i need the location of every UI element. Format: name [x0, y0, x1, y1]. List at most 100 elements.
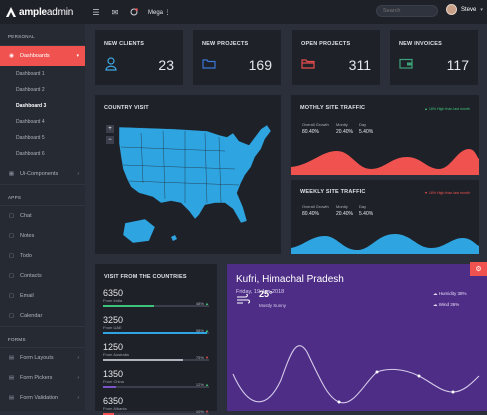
- avatar: [446, 4, 457, 15]
- sidebar-item-app[interactable]: ▢ Email: [0, 286, 85, 306]
- sidebar-item-form[interactable]: ▤ Form Pickers ›: [0, 368, 85, 388]
- envelope-icon[interactable]: ✉: [110, 7, 120, 17]
- stat-card-new-clients: NEW CLIENTS 23: [95, 30, 183, 85]
- stat-label: Overall Growth: [302, 122, 329, 127]
- sidebar-item-app[interactable]: ▢ Calendar: [0, 306, 85, 326]
- form-icon: ▤: [8, 355, 15, 361]
- sidebar-item-app[interactable]: ▢ Todo: [0, 246, 85, 266]
- progress-bar: [103, 359, 209, 361]
- stat-value: 5.40%: [359, 129, 374, 135]
- settings-gear-button[interactable]: ⚙: [470, 262, 487, 276]
- stat-label: Day: [359, 204, 367, 209]
- list-item: 6350 From Albania 10% ▼: [103, 396, 209, 415]
- progress-fill: [103, 386, 116, 388]
- visit-count: 3250: [103, 315, 124, 325]
- weekly-traffic-card: WEEKLY SITE TRAFFIC ▼ 18% High than last…: [291, 180, 479, 254]
- stat-value: 80.40%: [302, 211, 319, 217]
- dashboard-icon: ◉: [9, 53, 14, 59]
- sidebar-item-dashboards[interactable]: ◉ Dashboards ▾: [0, 46, 85, 66]
- user-menu[interactable]: Steve ▾: [446, 4, 483, 15]
- stat-label: Day: [359, 122, 367, 127]
- chevron-right-icon: ›: [77, 375, 79, 381]
- stat-card-new-projects: NEW PROJECTS 169: [193, 30, 281, 85]
- usa-map[interactable]: [115, 123, 275, 248]
- sidebar-item-label: Calendar: [20, 313, 43, 319]
- zoom-in-button[interactable]: +: [106, 125, 114, 133]
- sidebar-item-form[interactable]: ▤ Form Validation ›: [0, 388, 85, 408]
- visit-country: From Australia: [103, 352, 129, 357]
- app-icon: ▢: [8, 293, 15, 299]
- card-title: WEEKLY SITE TRAFFIC: [300, 189, 366, 195]
- folder-open-icon: [301, 59, 315, 69]
- list-item: 3250 From UAE 98% ▲: [103, 315, 209, 334]
- wind-icon: [237, 294, 250, 304]
- notification-icon[interactable]: [129, 7, 139, 17]
- brand-logo[interactable]: ampleadmin: [0, 0, 85, 24]
- layers-icon: ▦: [8, 171, 15, 177]
- section-apps: APPS: [0, 184, 85, 206]
- monthly-wave-chart: [291, 149, 479, 175]
- sidebar-subitem-dashboard[interactable]: Dashboard 5: [0, 130, 85, 146]
- country-visit-card: COUNTRY VISIT + −: [95, 95, 281, 254]
- sidebar-item-app[interactable]: ▢ Chat: [0, 206, 85, 226]
- wind-reading: ☁ Wind 36%: [433, 302, 460, 307]
- menu-toggle-icon[interactable]: ☰: [91, 7, 101, 17]
- sidebar-subitem-dashboard[interactable]: Dashboard 4: [0, 114, 85, 130]
- sidebar-item-ui-components[interactable]: ▦ Ui-Components ›: [0, 164, 85, 184]
- mega-menu[interactable]: Mega ⋮: [148, 9, 171, 16]
- sidebar-item-label: Email: [20, 293, 34, 299]
- stat-value: 5.40%: [359, 211, 374, 217]
- weather-description: Mostly Sunny: [259, 303, 287, 308]
- card-title: COUNTRY VISIT: [104, 105, 149, 111]
- section-forms: FORMS: [0, 326, 85, 348]
- stat-title: NEW INVOICES: [399, 41, 443, 47]
- user-name: Steve: [461, 6, 477, 13]
- stat-value: 20.40%: [336, 211, 353, 217]
- user-icon: [105, 57, 117, 71]
- sidebar-item-label: Notes: [20, 233, 35, 239]
- stat-label: Montly: [336, 122, 348, 127]
- app-icon: ▢: [8, 233, 15, 239]
- sidebar-item-label: Form Validation: [20, 395, 59, 401]
- stat-value: 117: [446, 57, 469, 73]
- chevron-down-icon: ▾: [480, 6, 483, 13]
- chevron-down-icon: ▾: [76, 53, 79, 59]
- stat-label: Overall Growth: [302, 204, 329, 209]
- app-icon: ▢: [8, 253, 15, 259]
- stat-card-open-projects: OPEN PROJECTS 311: [292, 30, 380, 85]
- progress-bar: [103, 305, 209, 307]
- stat-title: OPEN PROJECTS: [301, 41, 351, 47]
- weather-location: Kufri, Himachal Pradesh: [236, 274, 344, 285]
- humidity-reading: ☁ Humidity 38%: [433, 291, 467, 296]
- list-item: 1350 From China 12% ▲: [103, 369, 209, 388]
- stat-value: 20.40%: [336, 129, 353, 135]
- sidebar-subitem-dashboard[interactable]: Dashboard 3: [0, 98, 85, 114]
- sidebar-subitem-dashboard[interactable]: Dashboard 1: [0, 66, 85, 82]
- visit-country: From UAE: [103, 325, 122, 330]
- zoom-out-button[interactable]: −: [106, 136, 114, 144]
- sidebar: PERSONAL ◉ Dashboards ▾ Dashboard 1 Dashb…: [0, 24, 85, 411]
- stat-title: NEW CLIENTS: [104, 41, 145, 47]
- progress-fill: [103, 359, 183, 361]
- sidebar-subitem-dashboard[interactable]: Dashboard 2: [0, 82, 85, 98]
- form-icon: ▤: [8, 375, 15, 381]
- progress-bar: [103, 386, 209, 388]
- app-icon: ▢: [8, 313, 15, 319]
- stat-value: 80.40%: [302, 129, 319, 135]
- visit-count: 6350: [103, 288, 124, 298]
- weather-temperature: 25°: [259, 289, 273, 299]
- stat-title: NEW PROJECTS: [202, 41, 249, 47]
- weekly-wave-chart: [291, 234, 479, 254]
- visit-country: From Albania: [103, 406, 127, 411]
- stat-label: Montly: [336, 204, 348, 209]
- humidity-icon: ☁: [433, 291, 438, 296]
- sidebar-item-app[interactable]: ▢ Notes: [0, 226, 85, 246]
- sidebar-item-form[interactable]: ▤ Form Layouts ›: [0, 348, 85, 368]
- weather-line-chart: [232, 345, 480, 404]
- folder-icon: [202, 59, 216, 69]
- search-input[interactable]: [376, 5, 438, 17]
- form-icon: ▤: [8, 395, 15, 401]
- sidebar-item-label: Dashboards: [20, 53, 50, 59]
- sidebar-subitem-dashboard[interactable]: Dashboard 6: [0, 146, 85, 162]
- sidebar-item-app[interactable]: ▢ Contacts: [0, 266, 85, 286]
